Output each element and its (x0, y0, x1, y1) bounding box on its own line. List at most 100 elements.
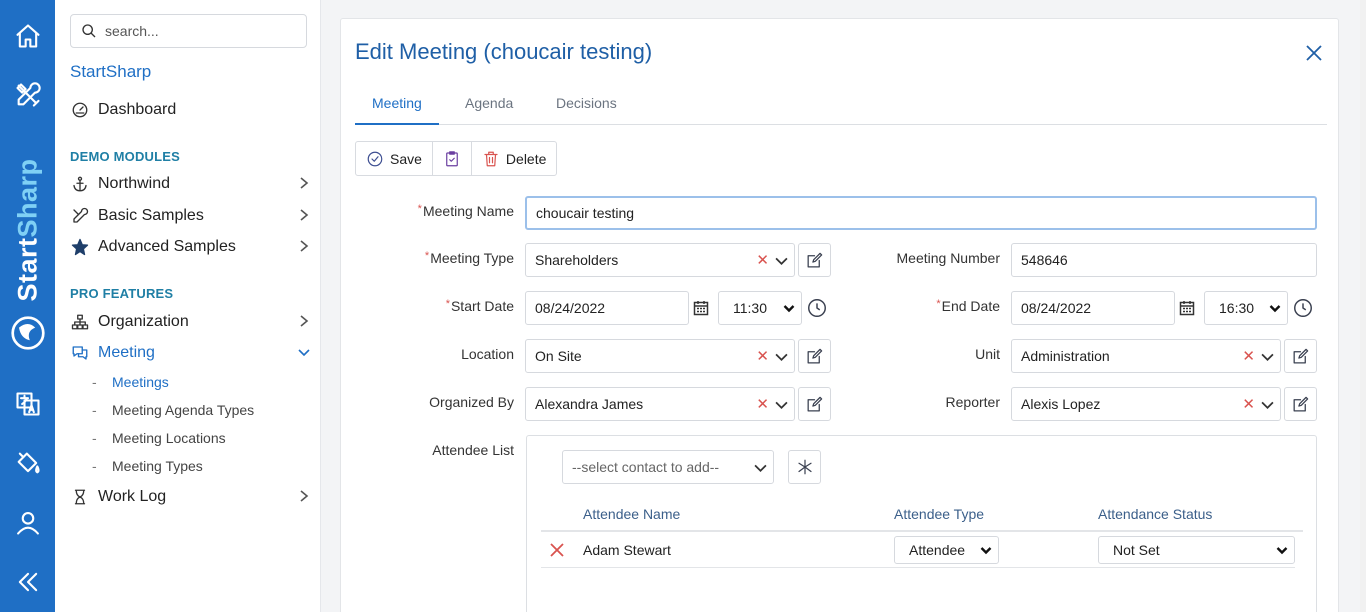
search-input[interactable] (105, 23, 295, 39)
clock-icon[interactable] (1290, 291, 1316, 325)
meeting-name-label: *Meeting Name (417, 203, 514, 219)
home-icon[interactable] (0, 14, 55, 58)
chevron-down-icon (1261, 401, 1274, 409)
meeting-type-select[interactable]: Shareholders ✕ (525, 243, 795, 277)
calendar-icon[interactable] (688, 291, 714, 325)
sidebar-item-label: Northwind (98, 175, 171, 192)
organized-by-select[interactable]: Alexandra James ✕ (525, 387, 795, 421)
org-chart-icon (70, 312, 90, 332)
edit-icon (1293, 348, 1309, 363)
attendance-status-value: Not Set (1113, 542, 1160, 558)
clear-icon[interactable]: ✕ (756, 395, 769, 413)
sidebar-subitem-label: Meeting Agenda Types (112, 402, 255, 418)
edit-icon (807, 348, 823, 363)
chevron-down-icon (298, 345, 310, 359)
sidebar-item-northwind[interactable]: Northwind (70, 171, 310, 197)
edit-meeting-type-button[interactable] (798, 243, 831, 277)
remove-attendee-icon[interactable] (549, 542, 565, 558)
sidebar-item-work-log[interactable]: Work Log (70, 484, 310, 510)
section-title-pro-features: PRO FEATURES (70, 286, 174, 301)
end-time-select[interactable]: 16:30 (1204, 291, 1288, 325)
sidebar-subitem-meeting-locations[interactable]: - Meeting Locations (92, 430, 226, 446)
column-header-attendee-name[interactable]: Attendee Name (583, 506, 680, 522)
close-icon[interactable] (1304, 43, 1324, 63)
sidebar: StartSharp Dashboard DEMO MODULES Northw… (55, 0, 321, 612)
clipboard-check-icon (446, 150, 458, 166)
search-icon (82, 24, 96, 38)
sidebar-item-basic-samples[interactable]: Basic Samples (70, 203, 310, 229)
start-time-value: 11:30 (733, 300, 767, 316)
column-header-attendee-type[interactable]: Attendee Type (894, 506, 984, 522)
user-icon[interactable] (0, 501, 55, 545)
anchor-icon (70, 174, 90, 194)
sidebar-subitem-meetings[interactable]: - Meetings (92, 374, 169, 390)
sidebar-item-organization[interactable]: Organization (70, 309, 310, 335)
chevron-right-icon (298, 314, 310, 328)
sidebar-subitem-meeting-types[interactable]: - Meeting Types (92, 458, 203, 474)
clock-icon[interactable] (804, 291, 830, 325)
clear-icon[interactable]: ✕ (1242, 395, 1255, 413)
chevron-down-icon (754, 464, 767, 472)
sidebar-item-label: Dashboard (98, 101, 177, 118)
star-icon (70, 237, 90, 257)
start-date-label: *Start Date (445, 298, 514, 314)
sidebar-search[interactable] (70, 14, 307, 48)
edit-organizer-button[interactable] (798, 387, 831, 421)
organized-by-value: Alexandra James (535, 396, 644, 412)
edit-unit-button[interactable] (1284, 339, 1317, 373)
contact-select[interactable]: --select contact to add-- (562, 450, 774, 484)
location-label: Location (461, 346, 514, 362)
column-header-attendance-status[interactable]: Attendance Status (1098, 506, 1212, 522)
attendee-list-editor: --select contact to add-- Attendee Name … (526, 435, 1317, 612)
chevron-right-icon (298, 239, 310, 253)
sidebar-brand[interactable]: StartSharp (70, 62, 151, 82)
clear-icon[interactable]: ✕ (1242, 347, 1255, 365)
attendee-name: Adam Stewart (583, 542, 671, 558)
tab-decisions[interactable]: Decisions (539, 95, 634, 125)
meeting-name-input[interactable]: choucair testing (525, 196, 1317, 230)
sidebar-item-label: Advanced Samples (98, 238, 236, 255)
apply-changes-button[interactable] (433, 142, 472, 175)
translate-icon[interactable] (0, 382, 55, 426)
edit-reporter-button[interactable] (1284, 387, 1317, 421)
end-date-input[interactable]: 08/24/2022 (1011, 291, 1175, 325)
sidebar-item-advanced-samples[interactable]: Advanced Samples (70, 234, 310, 260)
unit-select[interactable]: Administration ✕ (1011, 339, 1281, 373)
meeting-name-value: choucair testing (536, 205, 635, 221)
attendee-table-header: Attendee Name Attendee Type Attendance S… (541, 504, 1303, 532)
add-contact-button[interactable] (788, 450, 821, 484)
meeting-number-input[interactable]: 548646 (1011, 243, 1317, 277)
save-button[interactable]: Save (356, 142, 433, 175)
edit-location-button[interactable] (798, 339, 831, 373)
asterisk-icon (797, 459, 812, 475)
chevron-down-icon (1276, 547, 1288, 555)
delete-button[interactable]: Delete (472, 142, 556, 175)
chevron-down-icon (1261, 353, 1274, 361)
swirl-logo-icon (11, 316, 45, 350)
clear-icon[interactable]: ✕ (756, 347, 769, 365)
speedometer-icon (70, 100, 90, 120)
location-select[interactable]: On Site ✕ (525, 339, 795, 373)
edit-icon (1293, 396, 1309, 411)
sidebar-item-dashboard[interactable]: Dashboard (70, 97, 310, 123)
attendance-status-select[interactable]: Not Set (1098, 536, 1295, 564)
tab-agenda[interactable]: Agenda (448, 95, 530, 125)
sidebar-item-label: Meeting (98, 344, 155, 361)
clear-icon[interactable]: ✕ (756, 251, 769, 269)
collapse-icon[interactable] (0, 560, 55, 604)
tab-meeting[interactable]: Meeting (355, 95, 439, 125)
reporter-select[interactable]: Alexis Lopez ✕ (1011, 387, 1281, 421)
sidebar-item-label: Work Log (98, 488, 167, 505)
paint-bucket-icon[interactable] (0, 441, 55, 485)
meeting-type-label: *Meeting Type (424, 250, 514, 266)
calendar-icon[interactable] (1174, 291, 1200, 325)
start-time-select[interactable]: 11:30 (718, 291, 802, 325)
attendee-type-value: Attendee (909, 542, 966, 558)
sidebar-subitem-meeting-agenda-types[interactable]: - Meeting Agenda Types (92, 402, 254, 418)
attendee-type-select[interactable]: Attendee (894, 536, 999, 564)
sidebar-item-meeting[interactable]: Meeting (70, 340, 310, 366)
tools-icon[interactable] (0, 73, 55, 117)
contact-select-placeholder: --select contact to add-- (572, 459, 720, 475)
start-date-input[interactable]: 08/24/2022 (525, 291, 689, 325)
page-scrollbar[interactable] (1360, 0, 1366, 612)
